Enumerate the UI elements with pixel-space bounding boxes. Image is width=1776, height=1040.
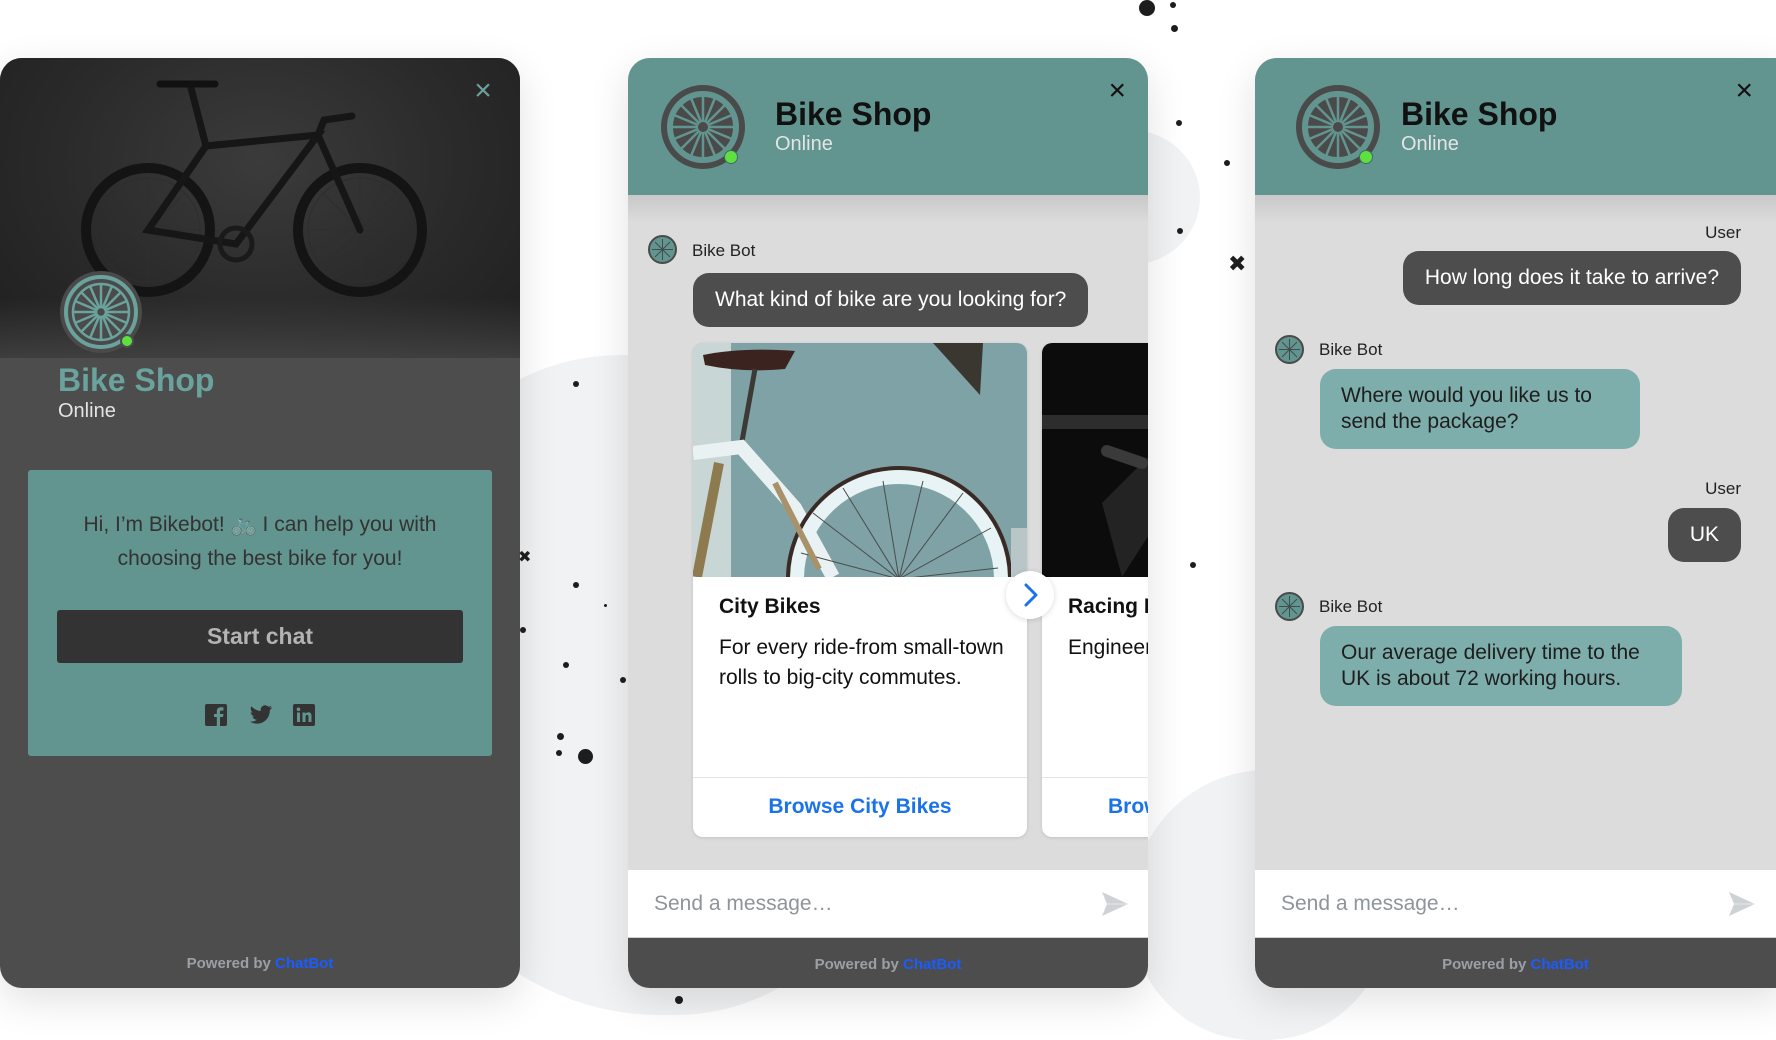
close-icon[interactable]: × (1108, 76, 1126, 106)
decor-dot (573, 582, 579, 588)
decor-dot (1171, 25, 1178, 32)
decor-x: ✖ (1228, 252, 1247, 277)
decor-dot (556, 750, 562, 756)
user-message: How long does it take to arrive? (1402, 251, 1741, 305)
message-sender: User (1705, 479, 1741, 498)
message-composer (1255, 870, 1776, 938)
card-description: For every ride-from small-town rolls to … (719, 636, 1004, 689)
city-bike-image (693, 343, 1027, 577)
close-icon[interactable]: × (1735, 76, 1753, 106)
facebook-icon[interactable] (205, 704, 227, 726)
bot-avatar-icon (648, 235, 677, 264)
user-message: UK (1667, 508, 1741, 562)
decor-dot (557, 733, 564, 740)
decor-dot (1177, 228, 1183, 234)
message-input[interactable] (1281, 888, 1681, 920)
decor-x: ✖ (518, 547, 532, 566)
start-chat-button[interactable]: Start chat (57, 610, 463, 663)
carousel-next-button[interactable] (1006, 571, 1054, 619)
powered-by-prefix: Powered by (1442, 956, 1527, 973)
message-sender: Bike Bot (692, 241, 756, 260)
card-description: Engineered for climbing and descending w… (1068, 636, 1148, 659)
twitter-icon[interactable] (249, 704, 272, 726)
shop-title: Bike Shop (775, 96, 932, 132)
decor-dot (1176, 120, 1182, 126)
decor-dot (1170, 2, 1176, 8)
decor-dot (573, 381, 579, 387)
powered-by-prefix: Powered by (814, 956, 899, 973)
powered-by: Powered by ChatBot (1255, 956, 1776, 973)
message-input[interactable] (654, 888, 1054, 920)
message-sender: User (1705, 223, 1741, 242)
carousel-card: Racing Bikes Engineered for climbing and… (1042, 343, 1148, 837)
close-icon[interactable]: × (468, 76, 498, 106)
shop-status: Online (775, 133, 833, 155)
shop-title: Bike Shop (58, 362, 215, 398)
bot-avatar-icon (1275, 592, 1304, 621)
decor-dot (1224, 160, 1230, 166)
decor-dot (1139, 0, 1155, 16)
message-sender: Bike Bot (1319, 597, 1383, 616)
decor-dot (1190, 562, 1196, 568)
decor-dot (675, 996, 683, 1004)
racing-bike-image (1042, 343, 1148, 577)
chat-header: Bike Shop Online × (628, 58, 1148, 195)
shop-status: Online (1401, 133, 1459, 155)
social-links (28, 704, 492, 726)
welcome-widget: × Bike Shop Online Hi, I’m Bikebot! 🚲 I … (0, 58, 520, 988)
send-icon[interactable] (1727, 890, 1757, 918)
card-title: City Bikes (719, 595, 821, 618)
browse-city-bikes-button[interactable]: Browse City Bikes (693, 777, 1027, 837)
decor-dot (520, 627, 526, 633)
welcome-card: Hi, I’m Bikebot! 🚲 I can help you with c… (28, 470, 492, 756)
carousel-card: City Bikes For every ride-from small-tow… (693, 343, 1027, 837)
carousel-chat-widget: Bike Shop Online × Bike Bot What kind of… (628, 58, 1148, 988)
bot-avatar-icon (1275, 335, 1304, 364)
powered-by: Powered by ChatBot (628, 956, 1148, 973)
message-composer (628, 870, 1148, 938)
online-status-dot (120, 334, 134, 348)
bot-message: Our average delivery time to the UK is a… (1320, 626, 1682, 706)
bot-message: What kind of bike are you looking for? (693, 273, 1089, 327)
bot-message: Where would you like us to send the pack… (1320, 369, 1640, 449)
header-shadow (628, 195, 1148, 223)
chat-header: Bike Shop Online × (1255, 58, 1776, 195)
chevron-right-icon (1024, 583, 1038, 607)
chatbot-brand-link[interactable]: ChatBot (903, 956, 961, 973)
shop-title: Bike Shop (1401, 96, 1558, 132)
decor-dot (563, 662, 569, 668)
card-title: Racing Bikes (1068, 595, 1148, 618)
online-status-dot (1359, 150, 1373, 164)
chatbot-brand-link[interactable]: ChatBot (1531, 956, 1589, 973)
chat-footer: Powered by ChatBot (628, 938, 1148, 988)
send-icon[interactable] (1100, 890, 1130, 918)
header-shadow (1255, 195, 1776, 223)
chatbot-brand-link[interactable]: ChatBot (275, 955, 333, 972)
decor-dot (620, 677, 626, 683)
shop-status: Online (58, 400, 116, 422)
decor-dot (578, 749, 593, 764)
linkedin-icon[interactable] (293, 704, 315, 726)
decor-dot (604, 604, 607, 607)
online-status-dot (724, 150, 738, 164)
powered-by: Powered by ChatBot (0, 955, 520, 972)
conversation-chat-widget: Bike Shop Online × User How long does it… (1255, 58, 1776, 988)
powered-by-prefix: Powered by (186, 955, 271, 972)
chat-footer: Powered by ChatBot (1255, 938, 1776, 988)
message-sender: Bike Bot (1319, 340, 1383, 359)
welcome-message: Hi, I’m Bikebot! 🚲 I can help you with c… (83, 513, 437, 570)
browse-racing-bikes-button[interactable]: Browse Racing Bikes (1042, 777, 1148, 837)
